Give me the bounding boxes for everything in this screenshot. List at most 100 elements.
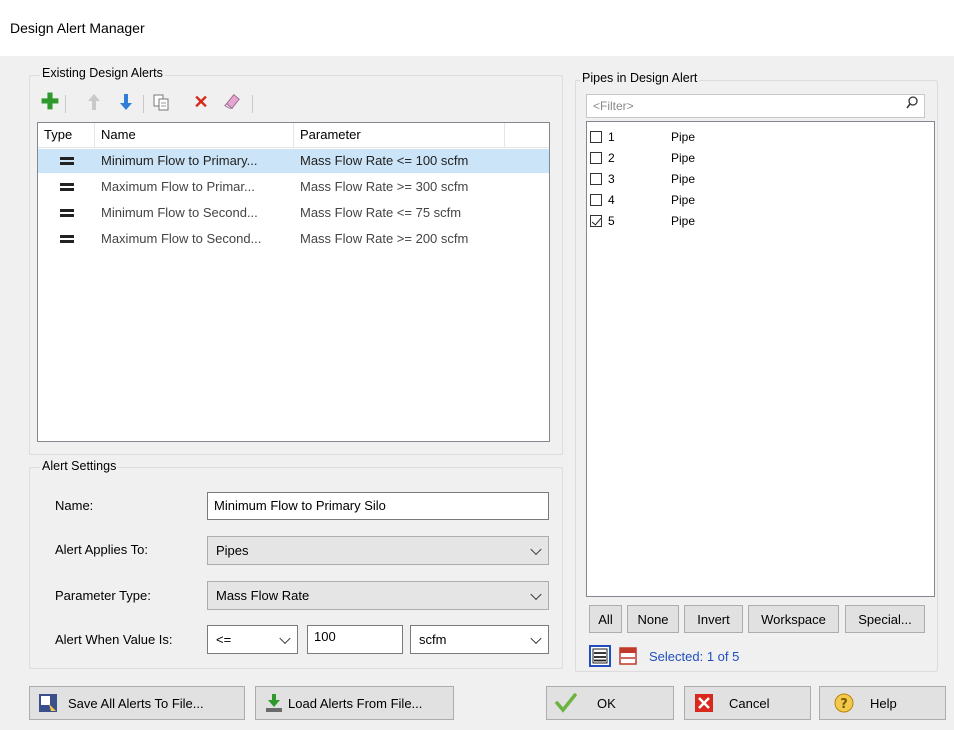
pipe-checkbox[interactable] [590, 215, 602, 227]
name-label: Name: [55, 498, 94, 513]
select-none-button[interactable]: None [627, 605, 679, 633]
pipe-id: 3 [608, 172, 615, 186]
pipe-checkbox[interactable] [590, 194, 602, 206]
plus-icon[interactable]: ✚ [41, 91, 59, 113]
eraser-icon[interactable] [223, 92, 241, 110]
ok-label: OK [597, 695, 616, 711]
alert-name-cell: Minimum Flow to Primary... [101, 153, 258, 168]
equals-type-icon [60, 235, 74, 243]
parameter-type-select[interactable]: Mass Flow Rate [207, 581, 549, 610]
equals-type-icon [60, 209, 74, 217]
svg-text:?: ? [840, 697, 848, 712]
alert-applies-to-select[interactable]: Pipes [207, 536, 549, 565]
help-question-icon: ? [834, 693, 854, 713]
table-row[interactable]: Minimum Flow to Primary... Mass Flow Rate… [38, 149, 549, 173]
parameter-type-value: Mass Flow Rate [216, 588, 310, 603]
toolbar-separator [252, 95, 253, 113]
pipe-type: Pipe [671, 151, 696, 165]
cancel-x-icon [695, 694, 713, 712]
table-row[interactable]: Minimum Flow to Second... Mass Flow Rate … [38, 201, 549, 225]
checkmark-icon [555, 693, 577, 713]
load-alerts-button[interactable]: Load Alerts From File... [255, 686, 454, 720]
list-item[interactable]: 4 Pipe [587, 190, 927, 210]
pipes-group-label: Pipes in Design Alert [580, 71, 700, 85]
save-all-alerts-button[interactable]: Save All Alerts To File... [29, 686, 245, 720]
equals-type-icon [60, 157, 74, 165]
workspace-button[interactable]: Workspace [748, 605, 839, 633]
alert-applies-to-label: Alert Applies To: [55, 542, 148, 557]
alerts-list-header: Type Name Parameter [38, 123, 549, 148]
parameter-type-label: Parameter Type: [55, 588, 151, 603]
copy-icon[interactable] [152, 93, 170, 111]
save-all-alerts-label: Save All Alerts To File... [68, 695, 204, 711]
name-field[interactable]: Minimum Flow to Primary Silo [207, 492, 549, 520]
cancel-label: Cancel [729, 695, 770, 711]
chevron-down-icon [530, 543, 542, 555]
pipe-id: 1 [608, 130, 615, 144]
help-label: Help [870, 695, 897, 711]
selected-count-text: Selected: 1 of 5 [649, 649, 740, 664]
chevron-down-icon [530, 588, 542, 600]
equals-type-icon [60, 183, 74, 191]
operator-value: <= [216, 632, 232, 647]
pipe-type: Pipe [671, 193, 696, 207]
pipe-id: 2 [608, 151, 615, 165]
alert-applies-to-value: Pipes [216, 543, 249, 558]
pipes-list[interactable]: 1 Pipe 2 Pipe 3 Pipe 4 Pipe 5 Pipe [586, 121, 935, 597]
invert-selection-button[interactable]: Invert [684, 605, 743, 633]
unit-select[interactable]: scfm [410, 625, 549, 654]
cancel-button[interactable]: Cancel [684, 686, 811, 720]
design-alert-manager-window: Design Alert Manager Existing Design Ale… [0, 0, 954, 730]
alert-parameter-cell: Mass Flow Rate >= 300 scfm [300, 179, 469, 194]
table-row[interactable]: Maximum Flow to Second... Mass Flow Rate … [38, 227, 549, 251]
alerts-list[interactable]: Type Name Parameter Minimum Flow to Prim… [37, 122, 550, 442]
list-item[interactable]: 5 Pipe [587, 211, 927, 231]
filter-placeholder: <Filter> [593, 99, 634, 113]
alert-when-value-label: Alert When Value Is: [55, 632, 173, 647]
pipe-checkbox[interactable] [590, 152, 602, 164]
value-field[interactable]: 100 [307, 625, 403, 654]
column-header-type[interactable]: Type [38, 123, 95, 147]
pipe-type: Pipe [671, 214, 696, 228]
search-icon[interactable] [906, 95, 918, 117]
pipe-checkbox[interactable] [590, 131, 602, 143]
ok-button[interactable]: OK [546, 686, 674, 720]
select-all-button[interactable]: All [589, 605, 622, 633]
alert-settings-group-label: Alert Settings [40, 459, 119, 473]
alert-name-cell: Maximum Flow to Primar... [101, 179, 255, 194]
alert-parameter-cell: Mass Flow Rate <= 100 scfm [300, 153, 469, 168]
special-button[interactable]: Special... [845, 605, 925, 633]
list-item[interactable]: 2 Pipe [587, 148, 927, 168]
list-item[interactable]: 1 Pipe [587, 127, 927, 147]
save-file-icon [38, 693, 58, 713]
arrow-down-icon[interactable] [117, 93, 135, 111]
help-button[interactable]: ? Help [819, 686, 946, 720]
toolbar-separator [65, 95, 66, 113]
pipe-type: Pipe [671, 130, 696, 144]
title-bar: Design Alert Manager [0, 0, 954, 56]
operator-select[interactable]: <= [207, 625, 298, 654]
column-header-parameter[interactable]: Parameter [294, 123, 505, 147]
arrow-up-icon[interactable] [85, 93, 103, 111]
list-view-icon[interactable] [589, 645, 611, 667]
load-file-icon [264, 693, 284, 713]
chevron-down-icon [279, 632, 291, 644]
pipe-id: 4 [608, 193, 615, 207]
window-title: Design Alert Manager [10, 20, 145, 36]
chevron-down-icon [530, 632, 542, 644]
alert-name-cell: Minimum Flow to Second... [101, 205, 258, 220]
pipe-checkbox[interactable] [590, 173, 602, 185]
unit-value: scfm [419, 632, 447, 647]
toolbar-separator [143, 95, 144, 113]
load-alerts-label: Load Alerts From File... [288, 695, 423, 711]
existing-alerts-group-label: Existing Design Alerts [40, 66, 165, 80]
alert-parameter-cell: Mass Flow Rate <= 75 scfm [300, 205, 462, 220]
alert-parameter-cell: Mass Flow Rate >= 200 scfm [300, 231, 469, 246]
collapsed-view-icon[interactable] [617, 645, 639, 667]
pipe-id: 5 [608, 214, 615, 228]
table-row[interactable]: Maximum Flow to Primar... Mass Flow Rate … [38, 175, 549, 199]
delete-x-icon[interactable]: ✕ [192, 93, 210, 111]
column-header-name[interactable]: Name [95, 123, 294, 147]
list-item[interactable]: 3 Pipe [587, 169, 927, 189]
pipes-filter-input[interactable]: <Filter> [586, 94, 925, 118]
